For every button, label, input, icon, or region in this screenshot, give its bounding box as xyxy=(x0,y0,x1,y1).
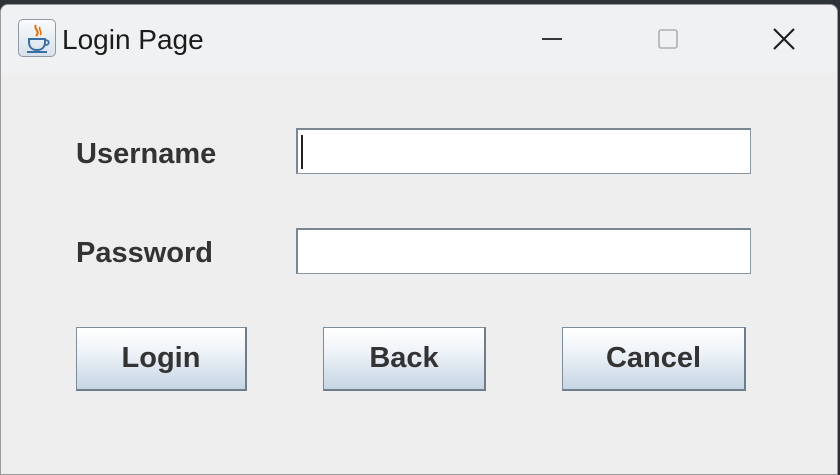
title-bar[interactable]: Login Page xyxy=(1,5,837,73)
username-label: Username xyxy=(76,138,217,170)
minimize-button[interactable] xyxy=(497,5,607,73)
login-button[interactable]: Login xyxy=(76,327,247,391)
cancel-button[interactable]: Cancel xyxy=(562,327,746,391)
back-button[interactable]: Back xyxy=(323,327,486,391)
minimize-icon xyxy=(542,38,562,40)
password-label: Password xyxy=(76,237,213,269)
close-icon xyxy=(773,28,795,50)
close-button[interactable] xyxy=(729,5,837,73)
username-input[interactable] xyxy=(296,128,751,174)
password-input[interactable] xyxy=(296,228,751,274)
maximize-icon xyxy=(658,29,678,49)
window-title: Login Page xyxy=(62,24,204,55)
text-caret xyxy=(301,135,303,169)
login-form: Username Password Login Back Cancel xyxy=(1,73,837,474)
java-app-icon[interactable] xyxy=(18,19,56,57)
maximize-button[interactable] xyxy=(613,5,723,73)
login-window: Login Page Username Password Login Back … xyxy=(0,4,838,475)
